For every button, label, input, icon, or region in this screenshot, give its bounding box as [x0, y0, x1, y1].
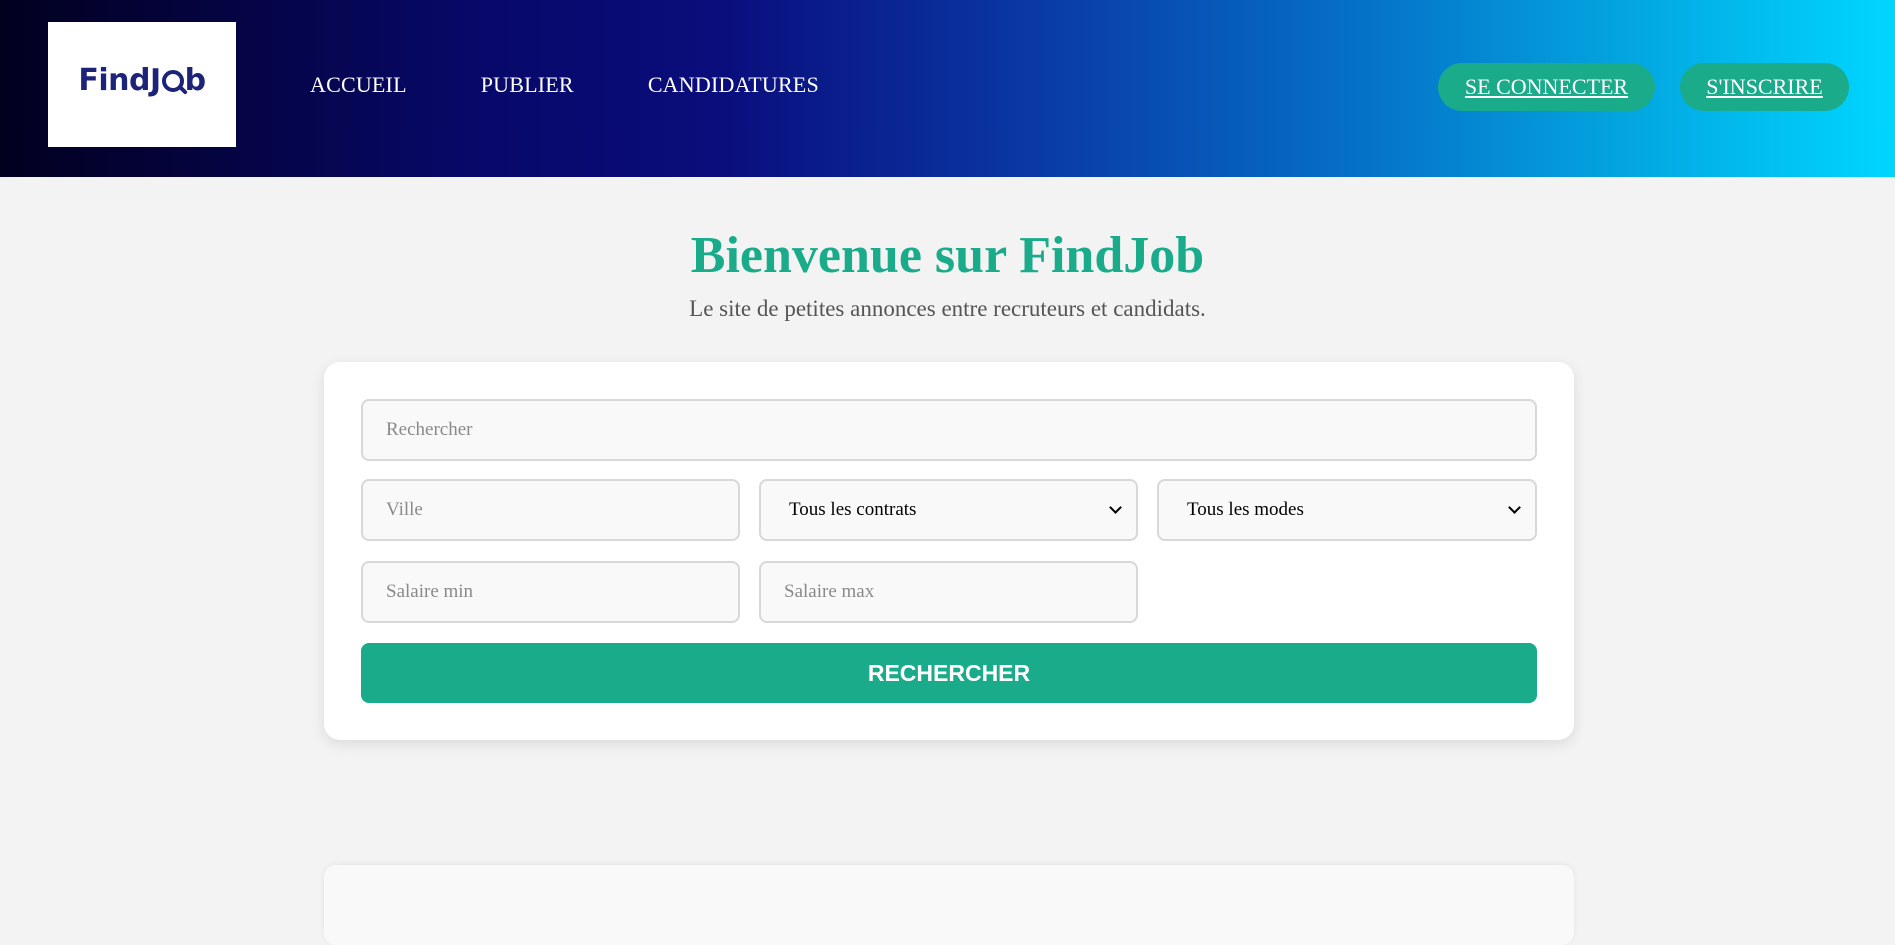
results-panel	[324, 865, 1574, 945]
chevron-down-icon	[1109, 501, 1122, 514]
page-title: Bienvenue sur FindJob	[690, 227, 1205, 284]
nav-item-publier[interactable]: PUBLIER	[481, 72, 574, 98]
signup-button[interactable]: S'INSCRIRE	[1680, 63, 1849, 111]
logo-wordmark: FindJ b	[78, 63, 206, 98]
chevron-down-icon	[1508, 501, 1521, 514]
nav-item-candidatures[interactable]: CANDIDATURES	[648, 72, 819, 98]
main-nav: ACCUEIL PUBLIER CANDIDATURES	[310, 72, 819, 98]
search-input[interactable]	[361, 399, 1537, 461]
contract-select[interactable]: Tous les contrats	[759, 479, 1138, 541]
search-form: Tous les contrats Tous les modes RECHERC…	[324, 362, 1574, 740]
mode-select-value: Tous les modes	[1187, 499, 1304, 520]
site-header: FindJ b ACCUEIL PUBLIER CANDIDATURES SE C…	[0, 0, 1895, 177]
city-input[interactable]	[361, 479, 740, 541]
page-subtitle: Le site de petites annonces entre recrut…	[689, 296, 1206, 321]
salary-max-input[interactable]	[759, 561, 1138, 623]
contract-select-value: Tous les contrats	[789, 499, 917, 520]
login-button[interactable]: SE CONNECTER	[1438, 63, 1655, 111]
nav-item-accueil[interactable]: ACCUEIL	[310, 72, 407, 98]
magnifier-icon	[161, 70, 184, 92]
site-logo[interactable]: FindJ b	[48, 22, 236, 147]
salary-min-input[interactable]	[361, 561, 740, 623]
mode-select[interactable]: Tous les modes	[1157, 479, 1537, 541]
search-button[interactable]: RECHERCHER	[361, 643, 1537, 703]
